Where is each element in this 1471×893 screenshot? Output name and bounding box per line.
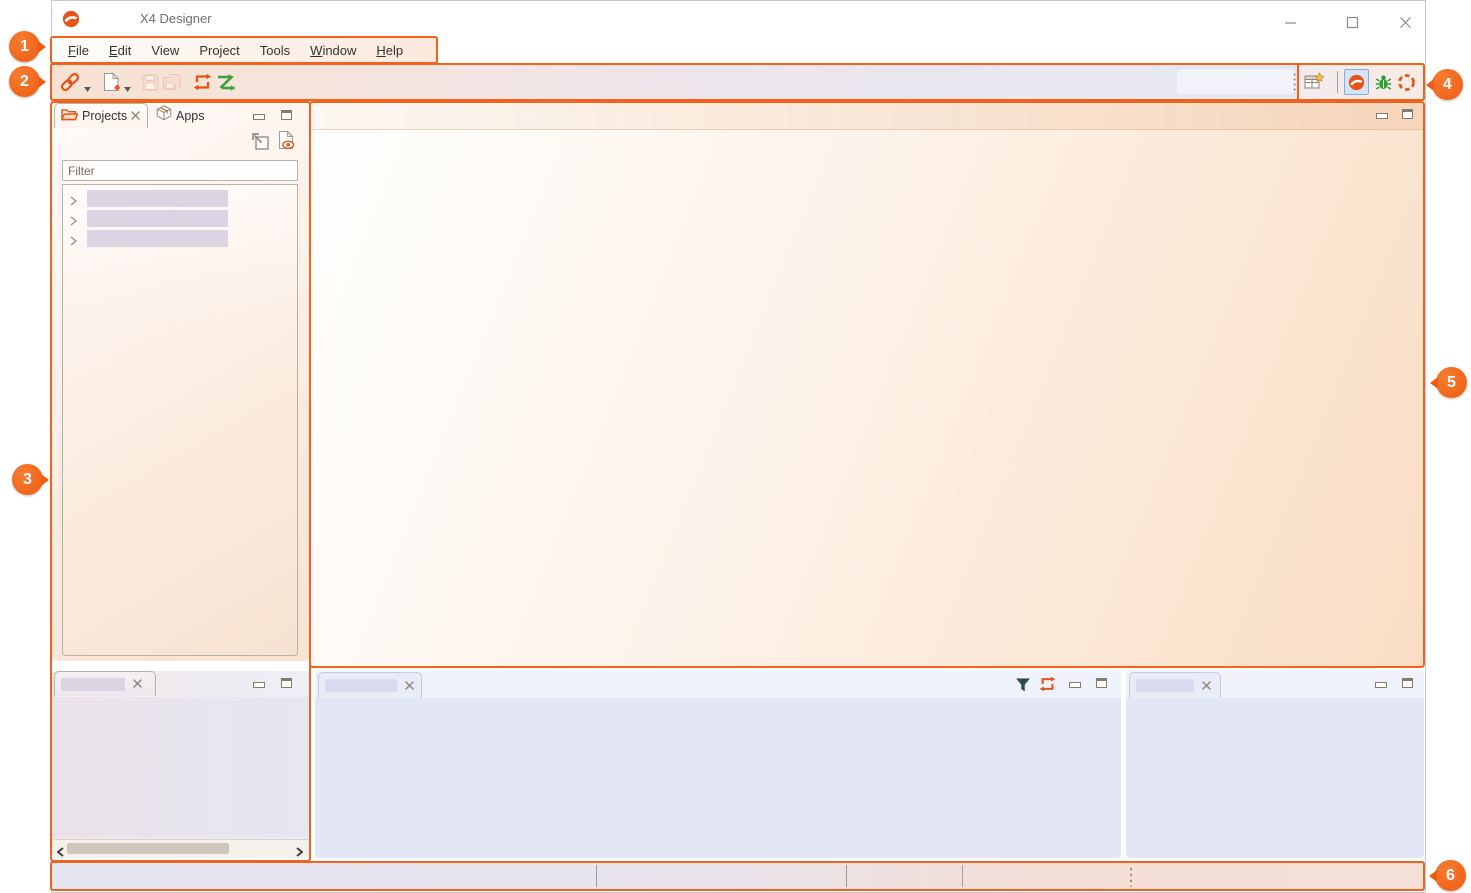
bottom-left-tab[interactable] bbox=[54, 671, 156, 696]
redacted-tab-label bbox=[325, 679, 397, 692]
horizontal-scrollbar[interactable] bbox=[53, 839, 308, 857]
bottom-left-panel bbox=[52, 671, 309, 858]
link-dropdown-icon[interactable] bbox=[84, 79, 91, 97]
bottom-right-tabrow bbox=[1126, 671, 1424, 698]
menu-window[interactable]: Window bbox=[300, 43, 366, 58]
panel-maximize-icon[interactable] bbox=[1091, 674, 1111, 692]
redacted-tree-label bbox=[87, 190, 228, 207]
tab-close-icon[interactable] bbox=[133, 675, 142, 693]
refresh-icon[interactable] bbox=[1037, 675, 1057, 693]
toolbar-grip-handle[interactable] bbox=[1293, 72, 1296, 94]
bottom-right-content bbox=[1126, 698, 1424, 858]
tree-item[interactable] bbox=[63, 209, 297, 229]
status-bar bbox=[50, 861, 1425, 891]
window-maximize-button[interactable] bbox=[1339, 12, 1365, 32]
tab-close-icon[interactable] bbox=[131, 107, 140, 125]
panel-maximize-icon[interactable] bbox=[276, 106, 296, 124]
editor-area bbox=[309, 101, 1425, 668]
menu-file[interactable]: File bbox=[58, 43, 99, 58]
perspective-bar bbox=[1297, 63, 1425, 101]
quick-access-area[interactable] bbox=[1177, 69, 1295, 94]
panel-maximize-icon[interactable] bbox=[276, 674, 296, 692]
save-all-icon[interactable] bbox=[160, 70, 184, 94]
tab-projects[interactable]: Projects bbox=[54, 103, 148, 128]
window-minimize-button[interactable] bbox=[1277, 12, 1303, 32]
deploy-icon[interactable] bbox=[214, 70, 238, 94]
callout-badge-2: 2 bbox=[9, 66, 40, 97]
bottom-right-panel bbox=[1126, 671, 1424, 858]
chevron-right-icon[interactable] bbox=[70, 233, 77, 251]
perspective-separator bbox=[1337, 71, 1338, 93]
tab-close-icon[interactable] bbox=[1202, 677, 1211, 695]
tab-apps-label: Apps bbox=[176, 109, 205, 123]
status-separator bbox=[596, 865, 597, 887]
debug-perspective-icon[interactable] bbox=[1371, 70, 1395, 94]
filter-input[interactable] bbox=[62, 160, 298, 181]
redacted-tab-label bbox=[61, 678, 125, 691]
panel-minimize-icon[interactable] bbox=[249, 676, 269, 694]
bottom-left-content bbox=[53, 697, 308, 838]
app-logo-icon bbox=[62, 10, 80, 33]
scrollbar-thumb[interactable] bbox=[67, 843, 229, 854]
open-perspective-icon[interactable] bbox=[1302, 69, 1326, 93]
callout-badge-5: 5 bbox=[1436, 367, 1467, 398]
main-toolbar bbox=[50, 63, 1425, 101]
test-perspective-icon[interactable] bbox=[1394, 70, 1418, 94]
panel-minimize-icon[interactable] bbox=[1372, 107, 1392, 125]
tab-close-icon[interactable] bbox=[405, 677, 414, 695]
bottom-middle-tab[interactable] bbox=[318, 672, 422, 698]
status-grip-handle[interactable] bbox=[1130, 866, 1132, 887]
window-titlebar: X4 Designer bbox=[52, 1, 1423, 35]
panel-minimize-icon[interactable] bbox=[1371, 676, 1391, 694]
bottom-middle-content bbox=[315, 698, 1121, 858]
status-separator bbox=[962, 865, 963, 887]
scroll-left-icon[interactable] bbox=[57, 844, 64, 862]
menu-tools[interactable]: Tools bbox=[250, 43, 300, 58]
save-icon[interactable] bbox=[138, 70, 162, 94]
bottom-middle-panel bbox=[315, 671, 1121, 858]
projects-panel: Projects Apps bbox=[52, 103, 309, 661]
project-tree bbox=[62, 184, 298, 656]
tree-item[interactable] bbox=[63, 189, 297, 209]
new-file-icon[interactable] bbox=[99, 70, 123, 94]
menu-help[interactable]: Help bbox=[366, 43, 413, 58]
status-separator bbox=[846, 865, 847, 887]
screenshot-stage: X4 Designer File Edit View Project Tools… bbox=[0, 0, 1471, 893]
scroll-right-icon[interactable] bbox=[296, 844, 303, 862]
panel-minimize-icon[interactable] bbox=[249, 108, 269, 126]
link-icon[interactable] bbox=[58, 70, 82, 94]
filter-funnel-icon[interactable] bbox=[1013, 676, 1033, 694]
panel-maximize-icon[interactable] bbox=[1397, 674, 1417, 692]
window-title: X4 Designer bbox=[140, 11, 212, 26]
new-file-dropdown-icon[interactable] bbox=[124, 79, 131, 97]
tree-item[interactable] bbox=[63, 229, 297, 249]
panel-maximize-icon[interactable] bbox=[1397, 105, 1417, 123]
redacted-tree-label bbox=[87, 230, 228, 247]
designer-perspective-icon[interactable] bbox=[1344, 69, 1369, 95]
tab-apps[interactable]: Apps bbox=[150, 103, 212, 128]
menu-bar: File Edit View Project Tools Window Help bbox=[50, 36, 438, 64]
link-with-editor-icon[interactable] bbox=[250, 132, 270, 150]
file-preview-icon[interactable] bbox=[276, 131, 296, 149]
menu-edit[interactable]: Edit bbox=[99, 43, 141, 58]
callout-badge-6: 6 bbox=[1435, 860, 1466, 891]
tab-projects-label: Projects bbox=[82, 109, 127, 123]
redacted-tree-label bbox=[87, 210, 228, 227]
bottom-right-tab[interactable] bbox=[1129, 672, 1221, 698]
menu-view[interactable]: View bbox=[141, 43, 189, 58]
redacted-tab-label bbox=[1136, 679, 1194, 692]
panel-minimize-icon[interactable] bbox=[1065, 676, 1085, 694]
bottom-middle-tabrow bbox=[315, 671, 1121, 698]
editor-tab-strip bbox=[311, 103, 1423, 130]
callout-badge-3: 3 bbox=[12, 464, 43, 495]
callout-badge-1: 1 bbox=[9, 31, 40, 62]
menu-project[interactable]: Project bbox=[189, 43, 249, 58]
package-icon bbox=[156, 105, 172, 126]
callout-badge-4: 4 bbox=[1432, 69, 1463, 100]
window-close-button[interactable] bbox=[1392, 12, 1418, 32]
folder-icon bbox=[61, 107, 78, 126]
refresh-icon[interactable] bbox=[190, 70, 214, 94]
